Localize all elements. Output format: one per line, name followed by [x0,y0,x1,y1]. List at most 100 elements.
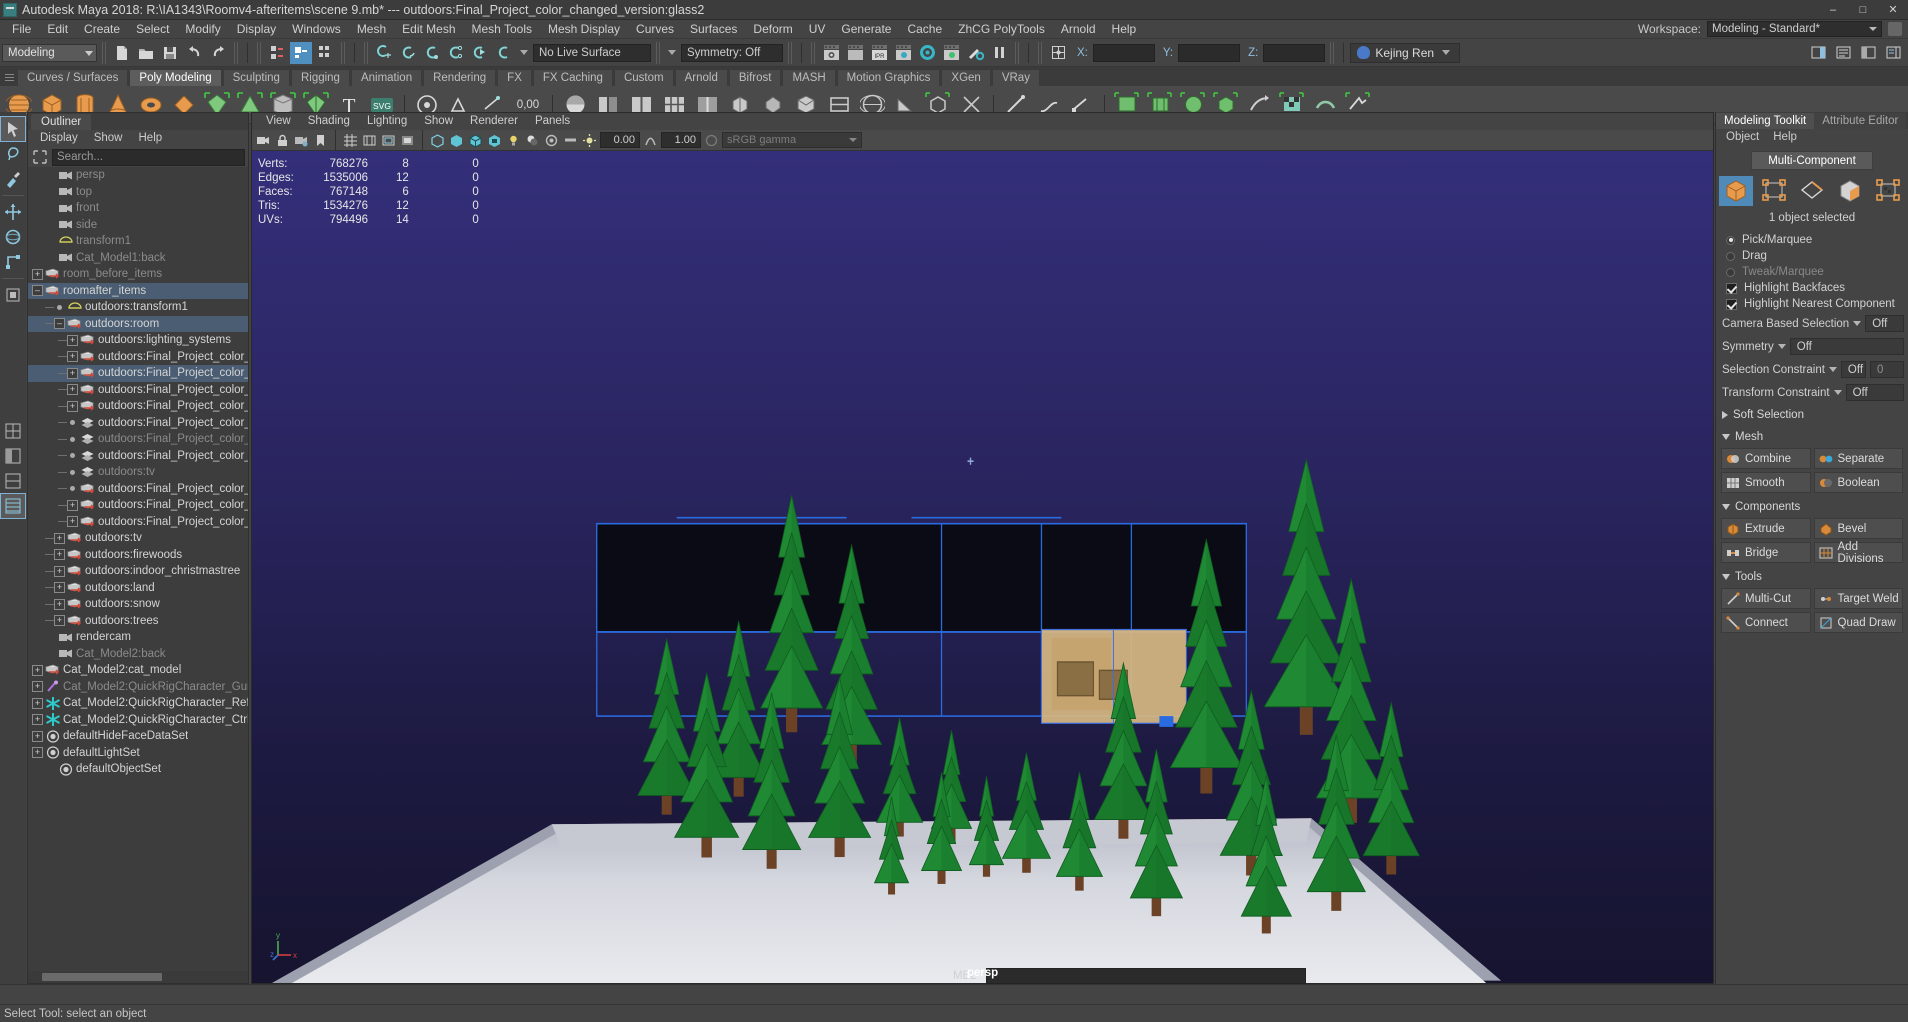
expand-icon[interactable]: + [67,516,78,528]
menu-windows[interactable]: Windows [284,20,349,39]
smooth-shade-all-icon[interactable] [448,132,465,149]
outliner-item[interactable]: + defaultHideFaceDataSet [28,728,248,745]
snap-to-view-planes-button[interactable] [469,42,491,64]
toolkit-menu-object[interactable]: Object [1719,129,1766,145]
shelf-tab-xgen[interactable]: XGen [941,69,991,86]
expand-icon[interactable]: + [54,615,65,627]
menu-mesh-display[interactable]: Mesh Display [540,20,628,39]
bookmark-icon[interactable] [312,132,329,149]
outliner-item[interactable]: – roomafter_items [28,282,248,299]
target-weld-button[interactable]: Target Weld [1813,588,1903,609]
add-divisions-button[interactable]: Add Divisions [1813,541,1903,565]
tab-attribute-editor[interactable]: Attribute Editor [1814,113,1907,129]
outliner-item[interactable]: + outdoors:indoor_christmastree [28,563,248,580]
expand-icon[interactable]: + [32,747,43,759]
gamma-icon[interactable] [642,132,659,149]
radio-tweak-marquee[interactable]: Tweak/Marquee [1716,264,1908,280]
toolbar-grip[interactable] [363,41,369,64]
menu-set-dropdown[interactable]: Modeling [2,43,97,62]
lock-layout-icon[interactable] [1888,22,1902,36]
menu-curves[interactable]: Curves [628,20,682,39]
lock-camera-icon[interactable] [274,132,291,149]
outliner-item[interactable]: transform1 [28,233,248,250]
outliner-item[interactable]: Cat_Model2:back [28,646,248,663]
outliner-horizontal-scrollbar[interactable] [28,971,248,983]
lasso-tool-button[interactable] [1,142,25,166]
menu-uv[interactable]: UV [801,20,834,39]
outliner-item[interactable]: + Cat_Model2:QuickRigCharacter_Guid [28,679,248,696]
checkbox-highlight-backfaces[interactable]: Highlight Backfaces [1716,280,1908,296]
shelf-tab-rendering[interactable]: Rendering [423,69,497,86]
new-scene-button[interactable] [111,42,133,64]
undo-button[interactable] [183,42,205,64]
filter-icon[interactable] [31,149,49,165]
chevron-down-icon[interactable] [668,50,676,55]
outliner-item[interactable]: outdoors:tv [28,464,248,481]
toolkit-menu-help[interactable]: Help [1766,129,1804,145]
bridge-button[interactable]: Bridge [1721,542,1811,563]
shelf-tab-rigging[interactable]: Rigging [290,69,350,86]
outliner-item[interactable]: + outdoors:Final_Project_color_ch [28,349,248,366]
expand-icon[interactable]: + [32,268,43,280]
viewport-menu-view[interactable]: View [258,113,299,130]
pause-ipr-button[interactable] [988,42,1010,64]
connect-button[interactable]: Connect [1721,612,1811,633]
outliner-item[interactable]: + outdoors:trees [28,613,248,630]
shelf-tab-custom[interactable]: Custom [613,69,674,86]
chevron-down-icon[interactable] [1853,321,1862,326]
shelf-tab-arnold[interactable]: Arnold [674,69,728,86]
expand-icon[interactable]: + [32,664,43,676]
tab-modeling-toolkit[interactable]: Modeling Toolkit [1716,113,1815,129]
combine-button[interactable]: Combine [1721,448,1811,469]
select-by-component-type-button[interactable] [314,42,336,64]
smooth-shade-wire-icon[interactable] [467,132,484,149]
tab-outliner[interactable]: Outliner [31,114,92,130]
z-transform-input[interactable] [1263,43,1326,62]
outliner-item[interactable]: outdoors:Final_Project_color_ch [28,415,248,432]
expand-icon[interactable]: + [54,549,65,561]
outliner-item[interactable]: + outdoors:Final_Project_color_ch [28,382,248,399]
outliner-tree[interactable]: persp top front side transform1 Cat_Model1:ba… [28,167,248,971]
outliner-item[interactable]: Cat_Model1:back [28,250,248,267]
outliner-item[interactable]: + outdoors:Final_Project_color_ch [28,497,248,514]
menu-deform[interactable]: Deform [745,20,800,39]
shelf-tab-fx-caching[interactable]: FX Caching [532,69,613,86]
x-transform-input[interactable] [1092,43,1155,62]
multi-cut-button[interactable]: Multi-Cut [1721,588,1811,609]
collapse-icon[interactable]: – [54,318,65,330]
quick-layout-outliner-persp-button[interactable] [1,469,25,493]
select-camera-icon[interactable] [255,132,272,149]
snap-to-curve-button[interactable] [397,42,419,64]
command-input[interactable] [985,968,1306,984]
shelf-tab-vray[interactable]: VRay [991,69,1040,86]
select-by-object-type-button[interactable] [290,41,312,64]
outliner-search-input[interactable]: Search... [52,148,245,166]
close-button[interactable]: ✕ [1878,0,1908,20]
radio-icon[interactable] [1726,267,1735,277]
outliner-menu-show[interactable]: Show [87,130,130,147]
show-hide-attribute-editor-button[interactable] [1832,42,1854,64]
section-header-components[interactable]: Components [1716,496,1908,518]
render-sequence-button[interactable] [940,42,962,64]
viewport-menu-show[interactable]: Show [416,113,461,130]
edge-mode-icon[interactable] [1795,176,1829,206]
symmetry-field[interactable]: Symmetry: Off [681,43,783,62]
outliner-item[interactable]: + outdoors:lighting_systems [28,332,248,349]
viewport-menu-panels[interactable]: Panels [527,113,578,130]
quick-layout-hypershade-button[interactable] [0,493,26,519]
expand-icon[interactable]: + [67,367,78,379]
ambient-occlusion-icon[interactable] [543,132,560,149]
expand-icon[interactable]: + [54,565,65,577]
workspace-dropdown[interactable]: Modeling - Standard* [1707,21,1882,37]
gate-mask-icon[interactable] [399,132,416,149]
option-value[interactable]: Off [1865,315,1904,332]
menu-cache[interactable]: Cache [899,20,950,39]
hypershade-button[interactable] [916,42,938,64]
viewport-menu-renderer[interactable]: Renderer [462,113,526,130]
select-by-hierarchy-button[interactable] [266,42,288,64]
render-current-frame-button[interactable] [820,42,842,64]
outliner-item[interactable]: + outdoors:Final_Project_color_ch [28,514,248,531]
outliner-item[interactable]: front [28,200,248,217]
outliner-item[interactable]: + outdoors:tv [28,530,248,547]
uv-mode-icon[interactable] [1871,176,1905,206]
